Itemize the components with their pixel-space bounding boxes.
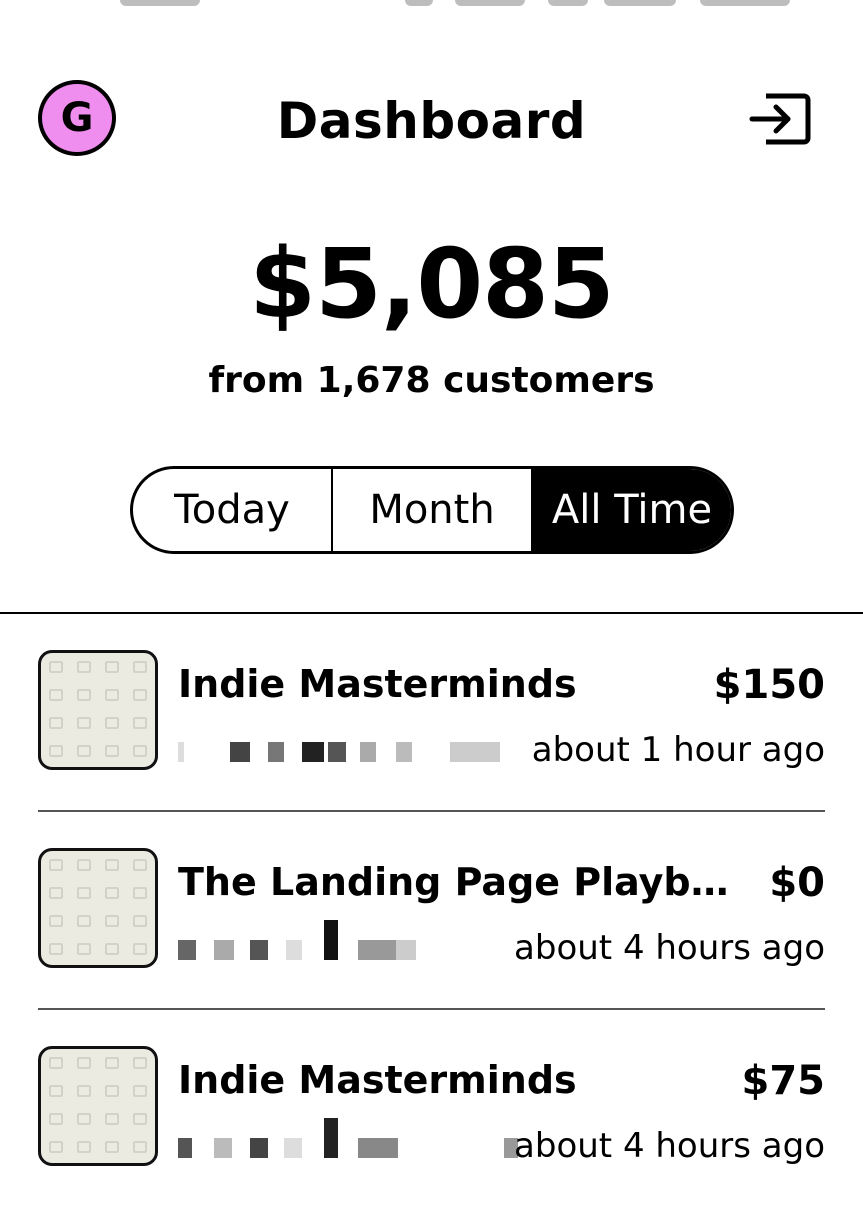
thumbnail-glyph-icon [49,717,63,729]
product-name: Indie Masterminds [178,662,577,706]
thumbnail-glyph-icon [133,661,147,673]
sale-time: about 4 hours ago [514,1126,825,1166]
thumbnail-glyph-icon [77,661,91,673]
list-item[interactable]: Indie Masterminds $75 about 4 hours ago [0,1010,863,1208]
tab-all-time[interactable]: All Time [531,469,731,551]
header: G Dashboard [0,80,863,164]
thumbnail-glyph-icon [133,943,147,955]
thumbnail-glyph-icon [105,689,119,701]
thumbnail-glyph-icon [49,887,63,899]
thumbnail-glyph-icon [77,1141,91,1153]
tab-today[interactable]: Today [133,469,331,551]
list-item[interactable]: Indie Masterminds $150 about 1 hour ago [0,614,863,812]
thumbnail-glyph-icon [133,1113,147,1125]
thumbnail-glyph-icon [77,689,91,701]
logout-icon [749,93,811,145]
thumbnail-glyph-icon [105,1085,119,1097]
thumbnail-glyph-icon [77,1113,91,1125]
thumbnail-glyph-icon [105,943,119,955]
sale-time: about 4 hours ago [514,928,825,968]
product-thumbnail [38,650,158,770]
thumbnail-glyph-icon [105,859,119,871]
page-title: Dashboard [276,92,587,150]
thumbnail-glyph-icon [133,1085,147,1097]
thumbnail-glyph-icon [49,915,63,927]
revenue-total: $5,085 [249,228,614,340]
thumbnail-glyph-icon [105,1113,119,1125]
sales-list: Indie Masterminds $150 about 1 hour ago … [0,614,863,1208]
thumbnail-glyph-icon [133,915,147,927]
thumbnail-glyph-icon [49,1141,63,1153]
thumbnail-glyph-icon [77,717,91,729]
thumbnail-glyph-icon [133,1141,147,1153]
product-name: Indie Masterminds [178,1058,577,1102]
product-name: The Landing Page Playboo... [178,860,748,904]
thumbnail-glyph-icon [133,887,147,899]
sale-price: $0 [769,860,825,906]
thumbnail-glyph-icon [105,1141,119,1153]
thumbnail-glyph-icon [105,661,119,673]
thumbnail-glyph-icon [49,745,63,757]
customer-email-redacted [178,1118,518,1160]
thumbnail-glyph-icon [133,717,147,729]
thumbnail-glyph-icon [77,887,91,899]
logout-button[interactable] [748,90,814,148]
thumbnail-glyph-icon [105,1057,119,1069]
thumbnail-glyph-icon [105,887,119,899]
thumbnail-glyph-icon [133,689,147,701]
thumbnail-glyph-icon [133,1057,147,1069]
period-selector: Today Month All Time [130,466,734,554]
tab-month[interactable]: Month [331,469,531,551]
customer-email-redacted [178,742,500,764]
status-bar [0,0,863,12]
thumbnail-glyph-icon [49,943,63,955]
sale-price: $75 [741,1058,826,1104]
customers-count: from 1,678 customers [208,360,655,401]
sale-time: about 1 hour ago [531,730,825,770]
thumbnail-glyph-icon [49,859,63,871]
thumbnail-glyph-icon [77,943,91,955]
thumbnail-glyph-icon [77,1057,91,1069]
thumbnail-glyph-icon [49,661,63,673]
thumbnail-glyph-icon [49,1085,63,1097]
thumbnail-glyph-icon [77,745,91,757]
thumbnail-glyph-icon [77,915,91,927]
thumbnail-glyph-icon [105,915,119,927]
thumbnail-glyph-icon [49,1057,63,1069]
thumbnail-glyph-icon [77,1085,91,1097]
product-thumbnail [38,848,158,968]
thumbnail-glyph-icon [105,745,119,757]
thumbnail-glyph-icon [133,745,147,757]
thumbnail-glyph-icon [49,1113,63,1125]
customer-email-redacted [178,920,498,962]
thumbnail-glyph-icon [49,689,63,701]
thumbnail-glyph-icon [133,859,147,871]
thumbnail-glyph-icon [105,717,119,729]
product-thumbnail [38,1046,158,1166]
list-item[interactable]: The Landing Page Playboo... $0 about 4 h… [0,812,863,1010]
sale-price: $150 [713,662,825,708]
thumbnail-glyph-icon [77,859,91,871]
